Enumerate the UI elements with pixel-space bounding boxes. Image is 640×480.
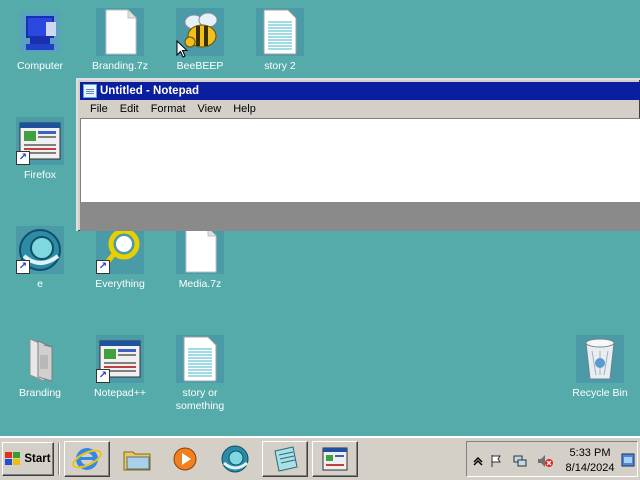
notepad-text-area[interactable]	[80, 118, 640, 202]
menu-edit[interactable]: Edit	[114, 103, 145, 115]
desktop-icon-label: Computer	[16, 60, 64, 72]
desktop-icon-beebeep[interactable]: BeeBEEP	[160, 8, 240, 73]
desktop-icon-label: story 2	[264, 60, 296, 72]
desktop-icon-label: BeeBEEP	[176, 60, 224, 72]
desktop-icon-label: Branding.7z	[91, 60, 149, 72]
desktop-icon-label: Recycle Bin	[572, 387, 628, 399]
shortcut-arrow-icon: ↗	[16, 260, 30, 274]
desktop-icon-label: Firefox	[23, 169, 57, 181]
window-title: Untitled - Notepad	[100, 85, 200, 97]
desktop-icon-label: story or something	[175, 387, 225, 412]
folder-icon	[16, 335, 64, 383]
computer-icon	[16, 8, 64, 56]
archive-file-icon	[96, 8, 144, 56]
bee-icon	[176, 8, 224, 58]
start-button[interactable]: Start	[2, 442, 54, 476]
desktop-icon-e[interactable]: ↗ e	[0, 226, 80, 291]
menu-file[interactable]: File	[84, 103, 114, 115]
firefox-icon: ↗	[16, 117, 64, 165]
menu-view[interactable]: View	[192, 103, 228, 115]
clock[interactable]: 5:33 PM 8/14/2024	[559, 446, 621, 476]
notepad-plus-plus-icon: ↗	[96, 335, 144, 383]
taskbar-file-explorer[interactable]	[114, 441, 160, 477]
desktop-icon-label: Notepad++	[94, 387, 146, 399]
desktop-icon-branding-folder[interactable]: Branding	[0, 335, 80, 400]
desktop-icon-story-2[interactable]: story 2	[240, 8, 320, 73]
internet-explorer-icon	[72, 448, 102, 470]
desktop-icon-story-or-something[interactable]: story or something	[160, 335, 240, 413]
taskbar-separator	[58, 443, 60, 475]
system-tray: 5:33 PM 8/14/2024	[466, 441, 638, 477]
shortcut-arrow-icon: ↗	[96, 369, 110, 383]
mouse-cursor-icon	[176, 40, 189, 58]
notepad-window-bottom	[80, 202, 640, 231]
notepad-icon	[83, 84, 97, 98]
desktop-icon-media-7z[interactable]: Media.7z	[160, 226, 240, 291]
menu-help[interactable]: Help	[227, 103, 262, 115]
start-label: Start	[24, 453, 51, 465]
desktop-icon-label: Branding	[18, 387, 62, 399]
show-hidden-icons-chevron-icon[interactable]	[471, 454, 485, 468]
notepad-titlebar[interactable]: Untitled - Notepad	[80, 82, 640, 100]
taskbar-browser[interactable]	[212, 441, 258, 477]
volume-muted-icon[interactable]	[537, 454, 553, 468]
recycle-bin-icon	[576, 335, 624, 383]
desktop-icon-branding-7z[interactable]: Branding.7z	[80, 8, 160, 73]
network-icon[interactable]	[513, 454, 527, 468]
text-file-icon	[176, 335, 224, 383]
taskbar-notepad[interactable]	[262, 441, 308, 477]
desktop-icon-computer[interactable]: Computer	[0, 8, 80, 73]
archive-file-icon	[176, 226, 224, 274]
desktop-icon-firefox[interactable]: ↗ Firefox	[0, 117, 80, 182]
desktop-icon-notepad-plus-plus[interactable]: ↗ Notepad++	[80, 335, 160, 400]
desktop-icon-everything[interactable]: ↗ Everything	[80, 226, 160, 291]
shortcut-arrow-icon: ↗	[16, 151, 30, 165]
taskbar-media-player[interactable]	[162, 441, 208, 477]
notepad-menubar: File Edit Format View Help	[80, 100, 640, 118]
search-magnifier-icon: ↗	[96, 226, 144, 274]
notepad-icon	[274, 446, 298, 472]
media-player-icon	[173, 447, 197, 471]
edge-browser-icon: ↗	[16, 226, 64, 274]
menu-format[interactable]: Format	[145, 103, 192, 115]
shortcut-arrow-icon: ↗	[96, 260, 110, 274]
desktop-icon-label: Everything	[95, 278, 145, 290]
windows-logo-icon	[5, 452, 21, 466]
taskbar-internet-explorer[interactable]	[64, 441, 110, 477]
clock-date: 8/14/2024	[565, 462, 615, 474]
folder-icon	[123, 451, 151, 471]
show-desktop-icon[interactable]	[621, 452, 635, 468]
text-file-icon	[256, 8, 304, 56]
app-window-icon	[322, 447, 348, 471]
notepad-window[interactable]: Untitled - Notepad File Edit Format View…	[76, 78, 640, 231]
taskbar-app-window[interactable]	[312, 441, 358, 477]
desktop-icon-label: e	[37, 278, 43, 290]
clock-time: 5:33 PM	[569, 447, 611, 459]
desktop-icon-recycle-bin[interactable]: Recycle Bin	[560, 335, 640, 400]
action-center-flag-icon[interactable]	[489, 454, 503, 468]
browser-icon	[221, 445, 249, 473]
desktop-icon-label: Media.7z	[178, 278, 222, 290]
taskbar: Start 5:33 PM 8/14/2024	[0, 436, 640, 480]
